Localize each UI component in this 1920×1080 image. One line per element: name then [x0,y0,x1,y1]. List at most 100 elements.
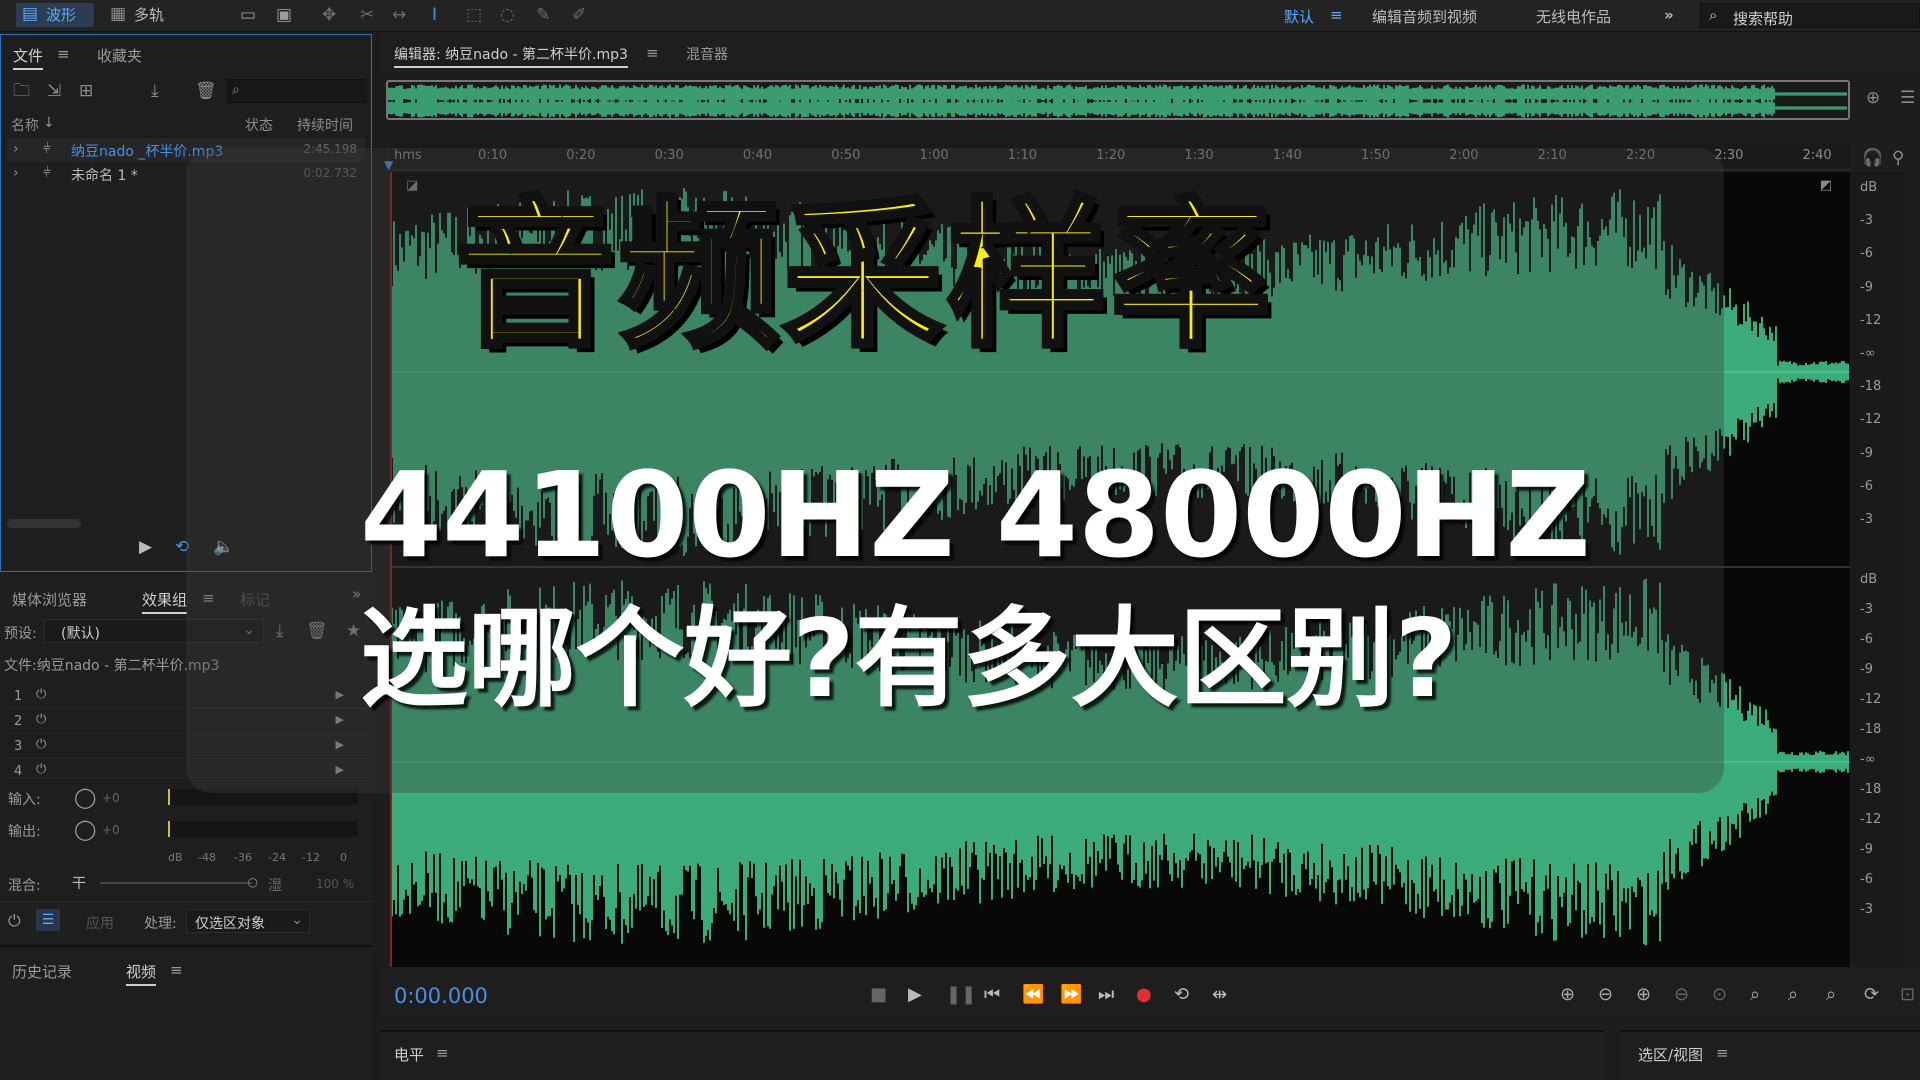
meter-tick: -48 [198,851,216,864]
waveform-mode-label: 波形 [46,6,77,24]
brush-tool-icon[interactable]: ✎ [536,5,550,25]
workspace-default[interactable]: 默认 [1284,6,1314,27]
workspace-radio[interactable]: 无线电作品 [1536,6,1611,27]
zoom-full-icon[interactable]: ⊙ [1712,984,1727,1005]
zoom-in-point-icon[interactable]: ⌕ [1750,984,1760,1005]
headphones-icon[interactable]: 🎧 [1862,150,1883,167]
column-name[interactable]: 名称 [11,115,39,135]
current-time-display[interactable]: 0:00.000 [394,984,488,1008]
record-icon[interactable]: ● [1136,984,1152,1005]
zoom-in-amplitude-icon[interactable]: ⊕ [1560,984,1575,1005]
editor-tab-menu-icon[interactable]: ≡ [646,44,659,62]
input-gain-knob-icon[interactable]: ◯ [74,785,96,809]
db-label: -6 [1860,478,1873,494]
tab-levels[interactable]: 电平 [394,1044,424,1065]
tab-effects-rack[interactable]: 效果组 [142,589,188,614]
list-view-icon[interactable]: ☰ [36,909,60,931]
tab-editor[interactable]: 编辑器: 纳豆nado - 第二杯半价.mp3 [394,44,628,68]
files-panel-menu-icon[interactable]: ≡ [57,45,70,63]
expand-chevron-icon[interactable]: › [13,165,19,181]
levels-menu-icon[interactable]: ≡ [436,1044,449,1062]
stop-icon[interactable]: ■ [870,984,887,1005]
spectral-display-icon[interactable]: ▣ [276,5,292,25]
apply-button[interactable]: 应用 [86,913,114,933]
tab-favorites[interactable]: 收藏夹 [97,45,142,66]
workspace-menu-icon[interactable]: ≡ [1330,6,1343,24]
play-icon[interactable]: ▶ [908,984,922,1005]
skip-to-end-icon[interactable]: ⏭ [1098,984,1114,1005]
mix-slider-handle[interactable]: ○ [248,875,258,889]
zoom-in-time-icon[interactable]: ⊕ [1636,984,1651,1005]
video-panel-menu-icon[interactable]: ≡ [170,961,183,979]
spot-healing-tool-icon[interactable]: ✐ [572,5,586,25]
more-workspaces-icon[interactable]: » [1664,6,1674,24]
multitrack-mode-button[interactable]: ▦ 多轨 [104,3,184,27]
skip-to-start-icon[interactable]: ⏮ [984,984,1000,1005]
slip-tool-icon[interactable]: ↔ [392,5,406,25]
tab-files[interactable]: 文件 [13,45,44,70]
pin-icon[interactable]: ⚲ [1892,150,1904,167]
db-label: -3 [1860,902,1873,917]
file-search-input[interactable]: ⌕ [227,79,367,103]
meter-tick: 0 [340,851,347,864]
db-label: -12 [1860,312,1882,328]
zoom-out-point-icon[interactable]: ⌕ [1788,984,1798,1005]
overview-waveform[interactable] [386,80,1850,120]
master-power-icon[interactable]: ⏻ [8,911,21,931]
tab-media-browser[interactable]: 媒体浏览器 [12,589,87,610]
close-file-icon[interactable]: 🗑 [195,83,217,100]
expand-chevron-icon[interactable]: › [13,141,19,157]
divider [0,901,372,902]
process-dropdown[interactable]: 仅选区对象 ⌄ [186,909,310,933]
new-file-icon[interactable]: ⊞ [79,83,93,100]
power-icon[interactable]: ⏻ [36,762,46,777]
tab-selection-view[interactable]: 选区/视图 [1638,1044,1703,1065]
column-status[interactable]: 状态 [245,115,273,135]
db-scale: dB -3 -6 -9 -12 -∞ -18 -12 -9 -6 -3 dB -3 -6 -9 -12 -18 -… [1852,172,1904,967]
db-label: -18 [1860,379,1882,395]
db-label: -12 [1860,812,1882,827]
marquee-tool-icon[interactable]: ⬚ [466,5,482,25]
power-icon[interactable]: ⏻ [36,687,46,702]
loop-playback-icon[interactable]: ⟲ [1174,984,1189,1005]
zoom-extra-icon[interactable]: ⊡ [1900,984,1915,1005]
insert-into-multitrack-icon[interactable]: ⤓ [151,83,159,100]
tab-history[interactable]: 历史记录 [12,961,72,982]
audition-window: ▤ 波形 ▦ 多轨 ▭ ▣ ✥ ✂ ↔ I ⬚ ◌ ✎ ✐ 默认 ≡ 编辑音频到… [0,0,1920,1080]
waveform-mode-button[interactable]: ▤ 波形 [16,3,94,27]
transport-bar: 0:00.000 ■ ▶ ❚❚ ⏮ ⏪ ⏩ ⏭ ● ⟲ ⇹ ⊕ ⊖ ⊕ ⊖ ⊙ … [380,970,1920,1020]
move-tool-icon[interactable]: ✥ [322,5,336,25]
skip-selection-icon[interactable]: ⇹ [1212,984,1227,1005]
horizontal-scrollbar[interactable] [7,519,81,528]
mix-label: 混合: [8,878,41,894]
fast-forward-icon[interactable]: ⏩ [1060,984,1082,1005]
overview-menu-icon[interactable]: ☰ [1900,90,1915,107]
open-file-icon[interactable]: 🗀 [13,83,30,100]
power-icon[interactable]: ⏻ [36,737,46,752]
import-file-icon[interactable]: ⇲ [47,83,61,100]
tab-video[interactable]: 视频 [126,961,157,986]
play-icon[interactable]: ▶ [139,539,152,556]
razor-tool-icon[interactable]: ✂ [360,5,374,25]
power-icon[interactable]: ⏻ [36,712,46,727]
zoom-out-amplitude-icon[interactable]: ⊖ [1598,984,1613,1005]
output-gain-knob-icon[interactable]: ◯ [74,817,96,841]
zoom-target-icon[interactable]: ⊕ [1866,90,1880,107]
selection-view-menu-icon[interactable]: ≡ [1716,1044,1729,1062]
zoom-reset-icon[interactable]: ⟳ [1864,984,1879,1005]
workspace-edit-video[interactable]: 编辑音频到视频 [1372,6,1477,27]
column-duration[interactable]: 持续时间 [297,115,353,135]
search-help-input[interactable]: ⌕ 搜索帮助 [1700,3,1920,28]
pause-icon[interactable]: ❚❚ [946,984,976,1005]
fade-out-handle-icon[interactable]: ◩ [1820,178,1832,193]
zoom-out-time-icon[interactable]: ⊖ [1674,984,1689,1005]
zoom-selection-icon[interactable]: ⌕ [1826,984,1836,1005]
mix-slider[interactable]: ○ [100,875,258,889]
tab-mixer[interactable]: 混音器 [686,44,728,64]
time-selection-tool-icon[interactable]: I [432,5,437,25]
lasso-tool-icon[interactable]: ◌ [500,5,515,25]
preset-label: 预设: [4,626,37,642]
rewind-icon[interactable]: ⏪ [1022,984,1044,1005]
waveform-display-icon[interactable]: ▭ [240,5,256,25]
process-label: 处理: [144,916,177,932]
